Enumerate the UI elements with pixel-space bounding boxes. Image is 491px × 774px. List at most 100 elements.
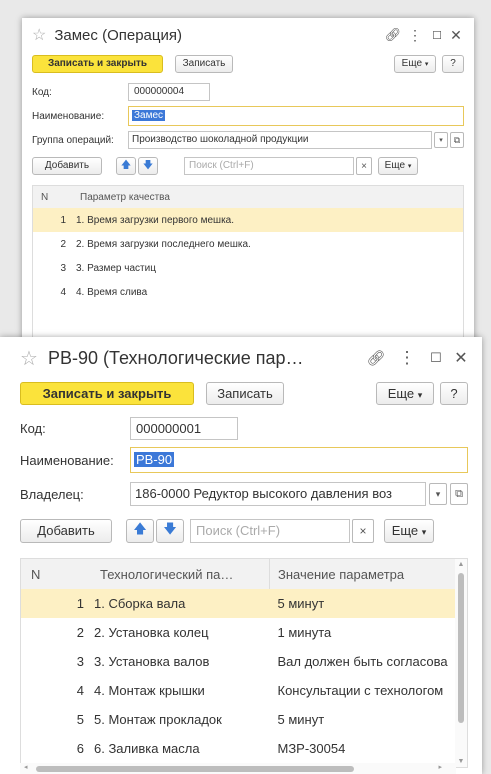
row-param: 3. Размер частиц [76,262,156,274]
table-row[interactable]: 2 2. Установка колец 1 минута [21,618,457,647]
table-toolbar: Добавить 🡅 🡇 Поиск (Ctrl+F) × Еще ▾ [22,155,474,177]
group-dropdown-button[interactable]: ▾ [434,132,448,148]
link-icon[interactable]: 🔗︎ [382,27,404,43]
table-row[interactable]: 3 3. Установка валов Вал должен быть сог… [21,647,457,676]
row-n: 3 [60,262,66,274]
save-close-button[interactable]: Записать и закрыть [20,381,194,405]
group-open-button[interactable]: ⧉ [450,132,464,148]
scroll-left-arrow-icon[interactable]: ◂ [24,763,28,771]
table-row[interactable]: 6 6. Заливка масла МЗР-30054 [21,734,457,763]
vertical-scrollbar[interactable]: ▲ ▼ [455,559,467,767]
move-down-button[interactable]: 🡇 [138,157,158,175]
owner-open-button[interactable]: ⧉ [450,483,468,505]
quality-table: N Параметр качества 1 1. Время загрузки … [32,185,464,345]
owner-field[interactable]: 186-0000 Редуктор высокого давления воз [130,482,426,506]
row-n: 1 [33,208,72,232]
owner-label: Владелец: [20,486,84,502]
group-field[interactable]: Производство шоколадной продукции [128,131,432,149]
owner-row: Владелец: 186-0000 Редуктор высокого дав… [0,479,482,509]
table-row[interactable]: 2 2. Время загрузки последнего мешка. [33,232,463,256]
favorite-star-icon[interactable]: ☆ [32,25,46,45]
favorite-star-icon[interactable]: ☆ [20,346,38,371]
scroll-up-arrow-icon[interactable]: ▲ [455,559,467,571]
maximize-icon[interactable]: ☐ [426,29,448,42]
table-row[interactable]: 3 3. Размер частиц [33,256,463,280]
row-param: 1. Сборка вала [94,589,270,618]
close-icon[interactable]: ✕ [450,348,472,368]
search-placeholder: Поиск (Ctrl+F) [196,523,281,538]
table-row[interactable]: 4 4. Монтаж крышки Консультации с технол… [21,676,457,705]
row-n: 4 [76,683,84,698]
row-n: 3 [76,654,84,669]
row-param: 4. Монтаж крышки [94,683,205,698]
row-value: 5 минут [277,712,325,727]
col-n-header[interactable]: N [21,559,94,589]
move-down-button[interactable]: 🡇 [156,519,184,543]
window-controls: 🔗︎ ⋮ ☐ ✕ [382,27,464,44]
arrow-down-icon: 🡇 [163,521,177,536]
code-field[interactable]: 000000004 [128,83,210,101]
owner-dropdown-button[interactable]: ▾ [429,483,447,505]
table-row[interactable]: 5 5. Монтаж прокладок 5 минут [21,705,457,734]
more-label: Еще [401,58,423,69]
row-param: 1. Время загрузки первого мешка. [72,208,463,232]
table-row[interactable]: 4 4. Время слива [33,280,463,304]
row-param: 5. Монтаж прокладок [94,712,222,727]
window-controls: 🔗︎ ⋮ ☐ ✕ [360,348,472,368]
more-vertical-icon[interactable]: ⋮ [392,348,422,368]
clear-search-button[interactable]: × [356,157,372,175]
dropdown-icon: ▾ [407,163,412,170]
search-input[interactable]: Поиск (Ctrl+F) [190,519,350,543]
more-vertical-icon[interactable]: ⋮ [404,27,426,44]
row-n: 2 [76,625,84,640]
toolbar: Записать и закрыть Записать Еще ▾ ? [22,52,474,76]
vertical-scroll-thumb[interactable] [458,573,464,723]
more-button[interactable]: Еще ▾ [394,55,436,73]
name-row: Наименование: Замес [22,105,474,127]
col-param-header[interactable]: Параметр качества [72,186,463,208]
save-button[interactable]: Записать [175,55,233,73]
add-button[interactable]: Добавить [20,519,112,543]
scroll-down-arrow-icon[interactable]: ▼ [455,758,467,765]
row-param: 2. Установка колец [94,625,209,640]
move-up-button[interactable]: 🡅 [126,519,154,543]
horizontal-scroll-thumb[interactable] [36,766,354,772]
window-rv90: ☆ РВ-90 (Технологические пар… 🔗︎ ⋮ ☐ ✕ З… [0,337,482,774]
more-button[interactable]: Еще ▾ [376,381,434,405]
name-field[interactable]: РВ-90 [130,447,468,473]
scroll-right-arrow-icon[interactable]: ▸ [438,763,442,771]
row-param: 4. Время слива [76,286,148,298]
link-icon[interactable]: 🔗︎ [360,349,392,367]
save-button[interactable]: Записать [206,381,284,405]
window-title: РВ-90 (Технологические пар… [47,347,304,368]
maximize-icon[interactable]: ☐ [422,350,450,366]
help-button[interactable]: ? [442,55,464,73]
name-label: Наименование: [32,110,105,122]
name-field[interactable]: Замес [128,106,464,126]
table-header: N Параметр качества [33,186,463,208]
search-input[interactable]: Поиск (Ctrl+F) [184,157,354,175]
code-row: Код: 000000001 [0,415,482,441]
col-param-header[interactable]: Технологический па… [94,559,270,589]
col-n-header[interactable]: N [33,186,72,208]
title-bar: ☆ РВ-90 (Технологические пар… 🔗︎ ⋮ ☐ ✕ [0,337,482,379]
code-field[interactable]: 000000001 [130,416,238,440]
table-more-button[interactable]: Еще ▾ [384,519,434,543]
save-close-button[interactable]: Записать и закрыть [32,55,163,73]
dropdown-icon: ▾ [421,527,427,537]
code-label: Код: [32,86,52,98]
row-value: Консультации с технологом [277,683,444,698]
table-row[interactable]: 1 1. Сборка вала 5 минут [21,589,457,618]
table-more-button[interactable]: Еще ▾ [378,157,418,175]
clear-search-button[interactable]: × [352,519,374,543]
move-up-button[interactable]: 🡅 [116,157,136,175]
add-button[interactable]: Добавить [32,157,102,175]
table-row[interactable]: 1 1. Время загрузки первого мешка. [33,208,463,232]
horizontal-scrollbar[interactable]: ◂ ▸ [20,763,456,774]
dropdown-icon: ▾ [417,389,423,400]
close-icon[interactable]: ✕ [448,27,464,44]
col-value-header[interactable]: Значение параметра [269,559,457,589]
name-field-value: Замес [132,110,166,121]
row-value: МЗР-30054 [277,741,346,756]
help-button[interactable]: ? [440,381,468,405]
